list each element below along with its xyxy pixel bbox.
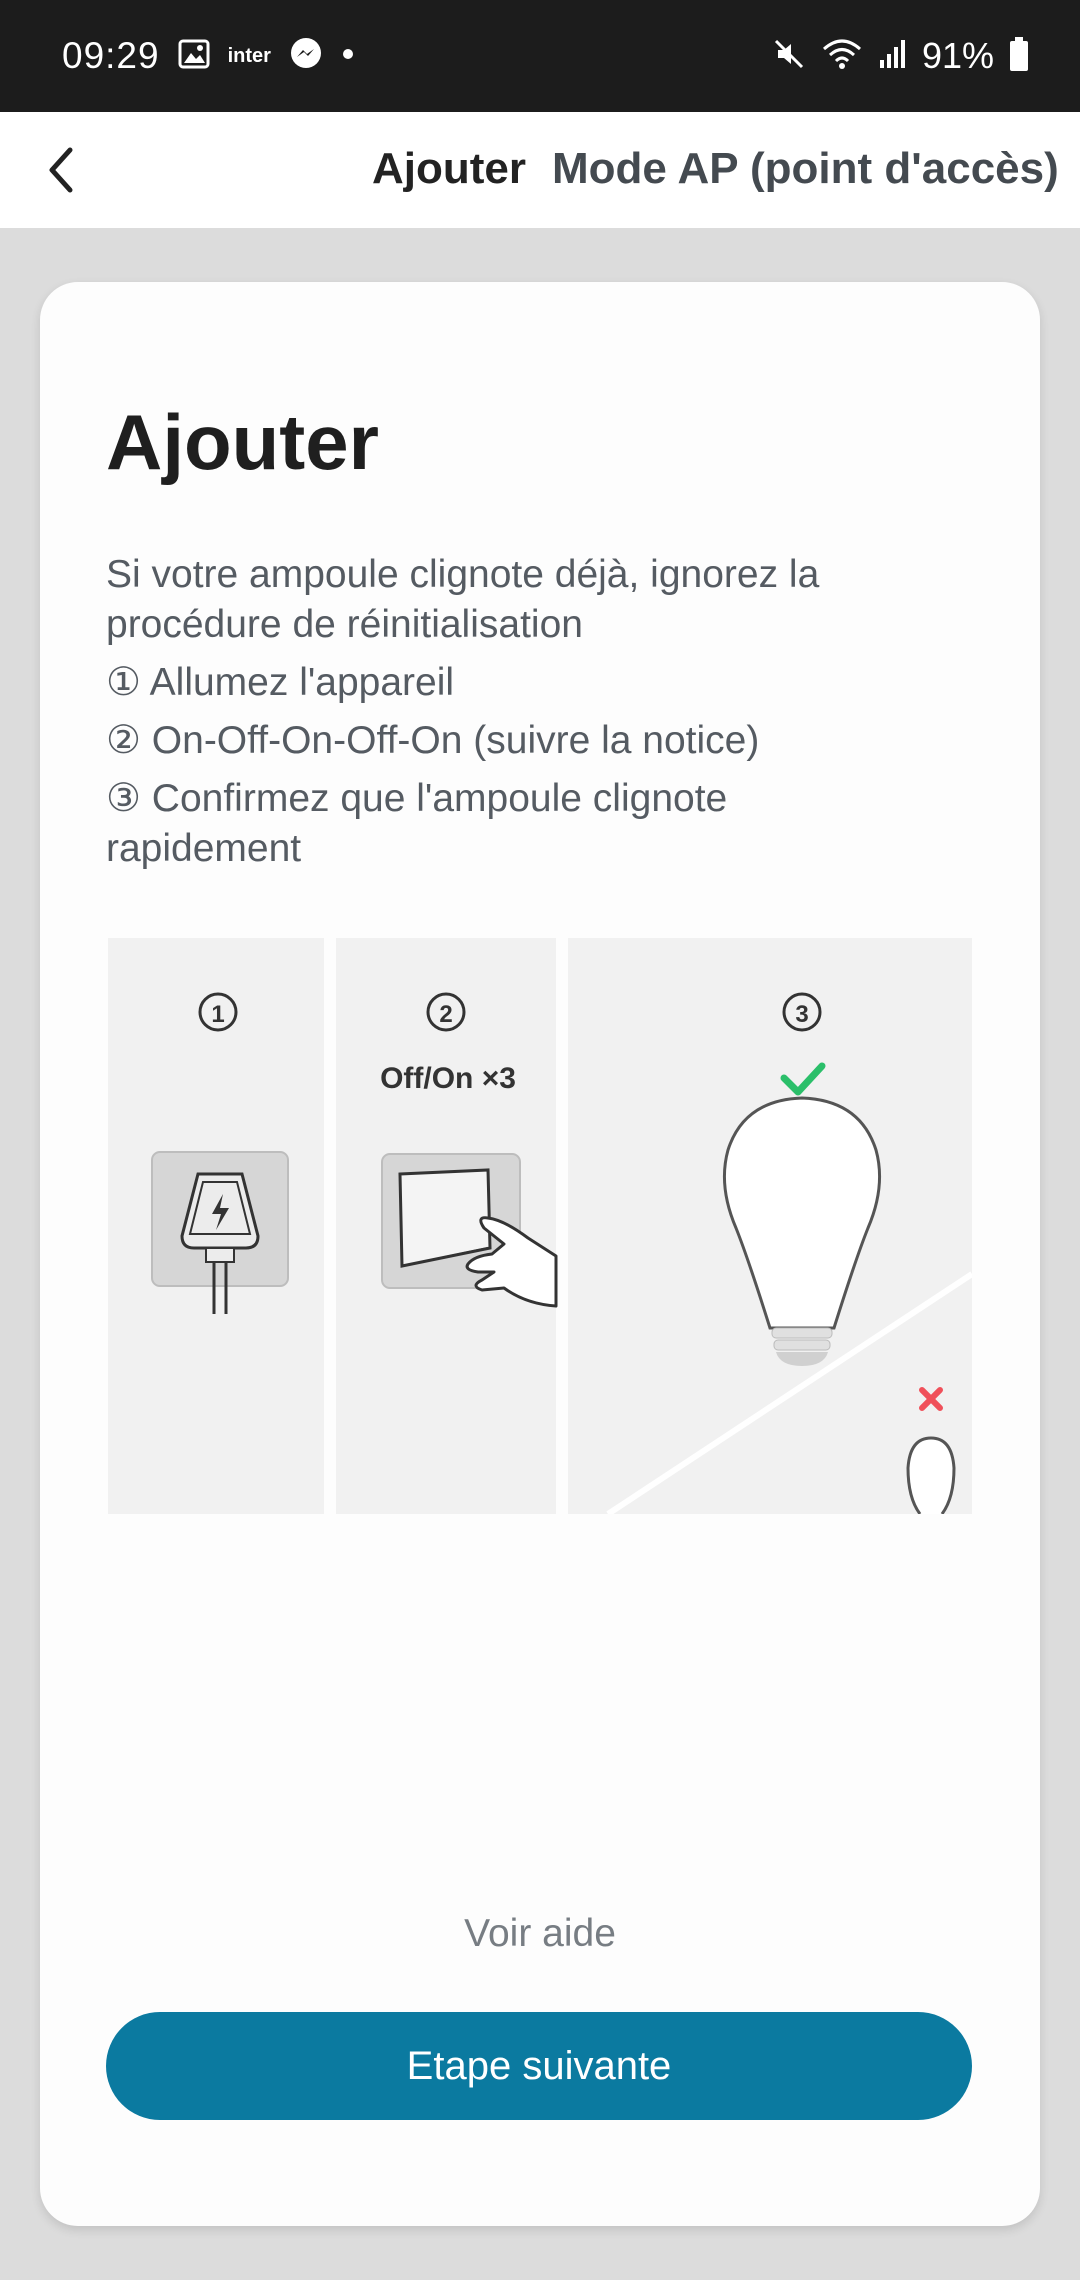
status-bar-right: 91% [772,0,1030,112]
svg-text:2: 2 [439,1001,452,1028]
battery-percent: 91% [921,35,994,76]
next-step-button[interactable]: Etape suivante [106,2012,972,2120]
power-plug-icon [151,1151,289,1314]
off-on-caption: Off/On ×3 [380,1062,516,1095]
lightbulb-icon [722,1096,882,1366]
chevron-left-icon [49,147,73,193]
svg-text:1: 1 [211,1001,224,1028]
content-card: Ajouter Si votre ampoule clignote déjà, … [40,282,1040,2226]
app-bar-title: Ajouter [372,144,526,193]
back-button[interactable] [36,140,96,200]
signal-icon [878,38,908,75]
instruction-line-1: Si votre ampoule clignote déjà, ignorez … [106,553,820,596]
gallery-icon [178,39,210,74]
instruction-step-3a: ③ Confirmez que l'ampoule clignote [106,777,728,820]
step-1-marker: 1 [198,992,238,1032]
app-bar-subtitle: Mode AP (point d'accès) [552,144,1059,193]
illustration-drawing: 1 2 3 [151,992,972,1514]
messenger-icon [289,37,323,76]
instruction-step-3b: rapidement [106,827,302,870]
wifi-icon [820,37,864,76]
help-link[interactable]: Voir aide [40,1912,1040,1956]
notification-dot-icon [341,47,355,66]
instruction-step-1: ① Allumez l'appareil [106,661,455,704]
mute-icon [772,37,806,76]
svg-text:3: 3 [795,1001,808,1028]
instruction-line-2: procédure de réinitialisation [106,603,583,646]
page-title: Ajouter [106,398,379,486]
app-bar: Ajouter Mode AP (point d'accès) [0,112,1080,228]
instruction-step-2: ② On-Off-On-Off-On (suivre la notice) [106,719,760,762]
status-bar: 09:29 inter 91% [0,0,1080,112]
carrier-label: inter [227,44,271,67]
check-icon [780,1062,826,1096]
status-bar-left: 09:29 inter [62,0,355,112]
reset-illustration: 1 2 3 Off/On ×3 [108,938,972,1514]
battery-icon [1008,36,1030,77]
status-time: 09:29 [62,35,160,76]
small-lightbulb-icon [906,1436,956,1514]
step-2-marker: 2 [426,992,466,1032]
step-3-marker: 3 [782,992,822,1032]
instructions: Si votre ampoule clignote déjà, ignorez … [106,550,986,874]
cross-icon [919,1387,943,1411]
